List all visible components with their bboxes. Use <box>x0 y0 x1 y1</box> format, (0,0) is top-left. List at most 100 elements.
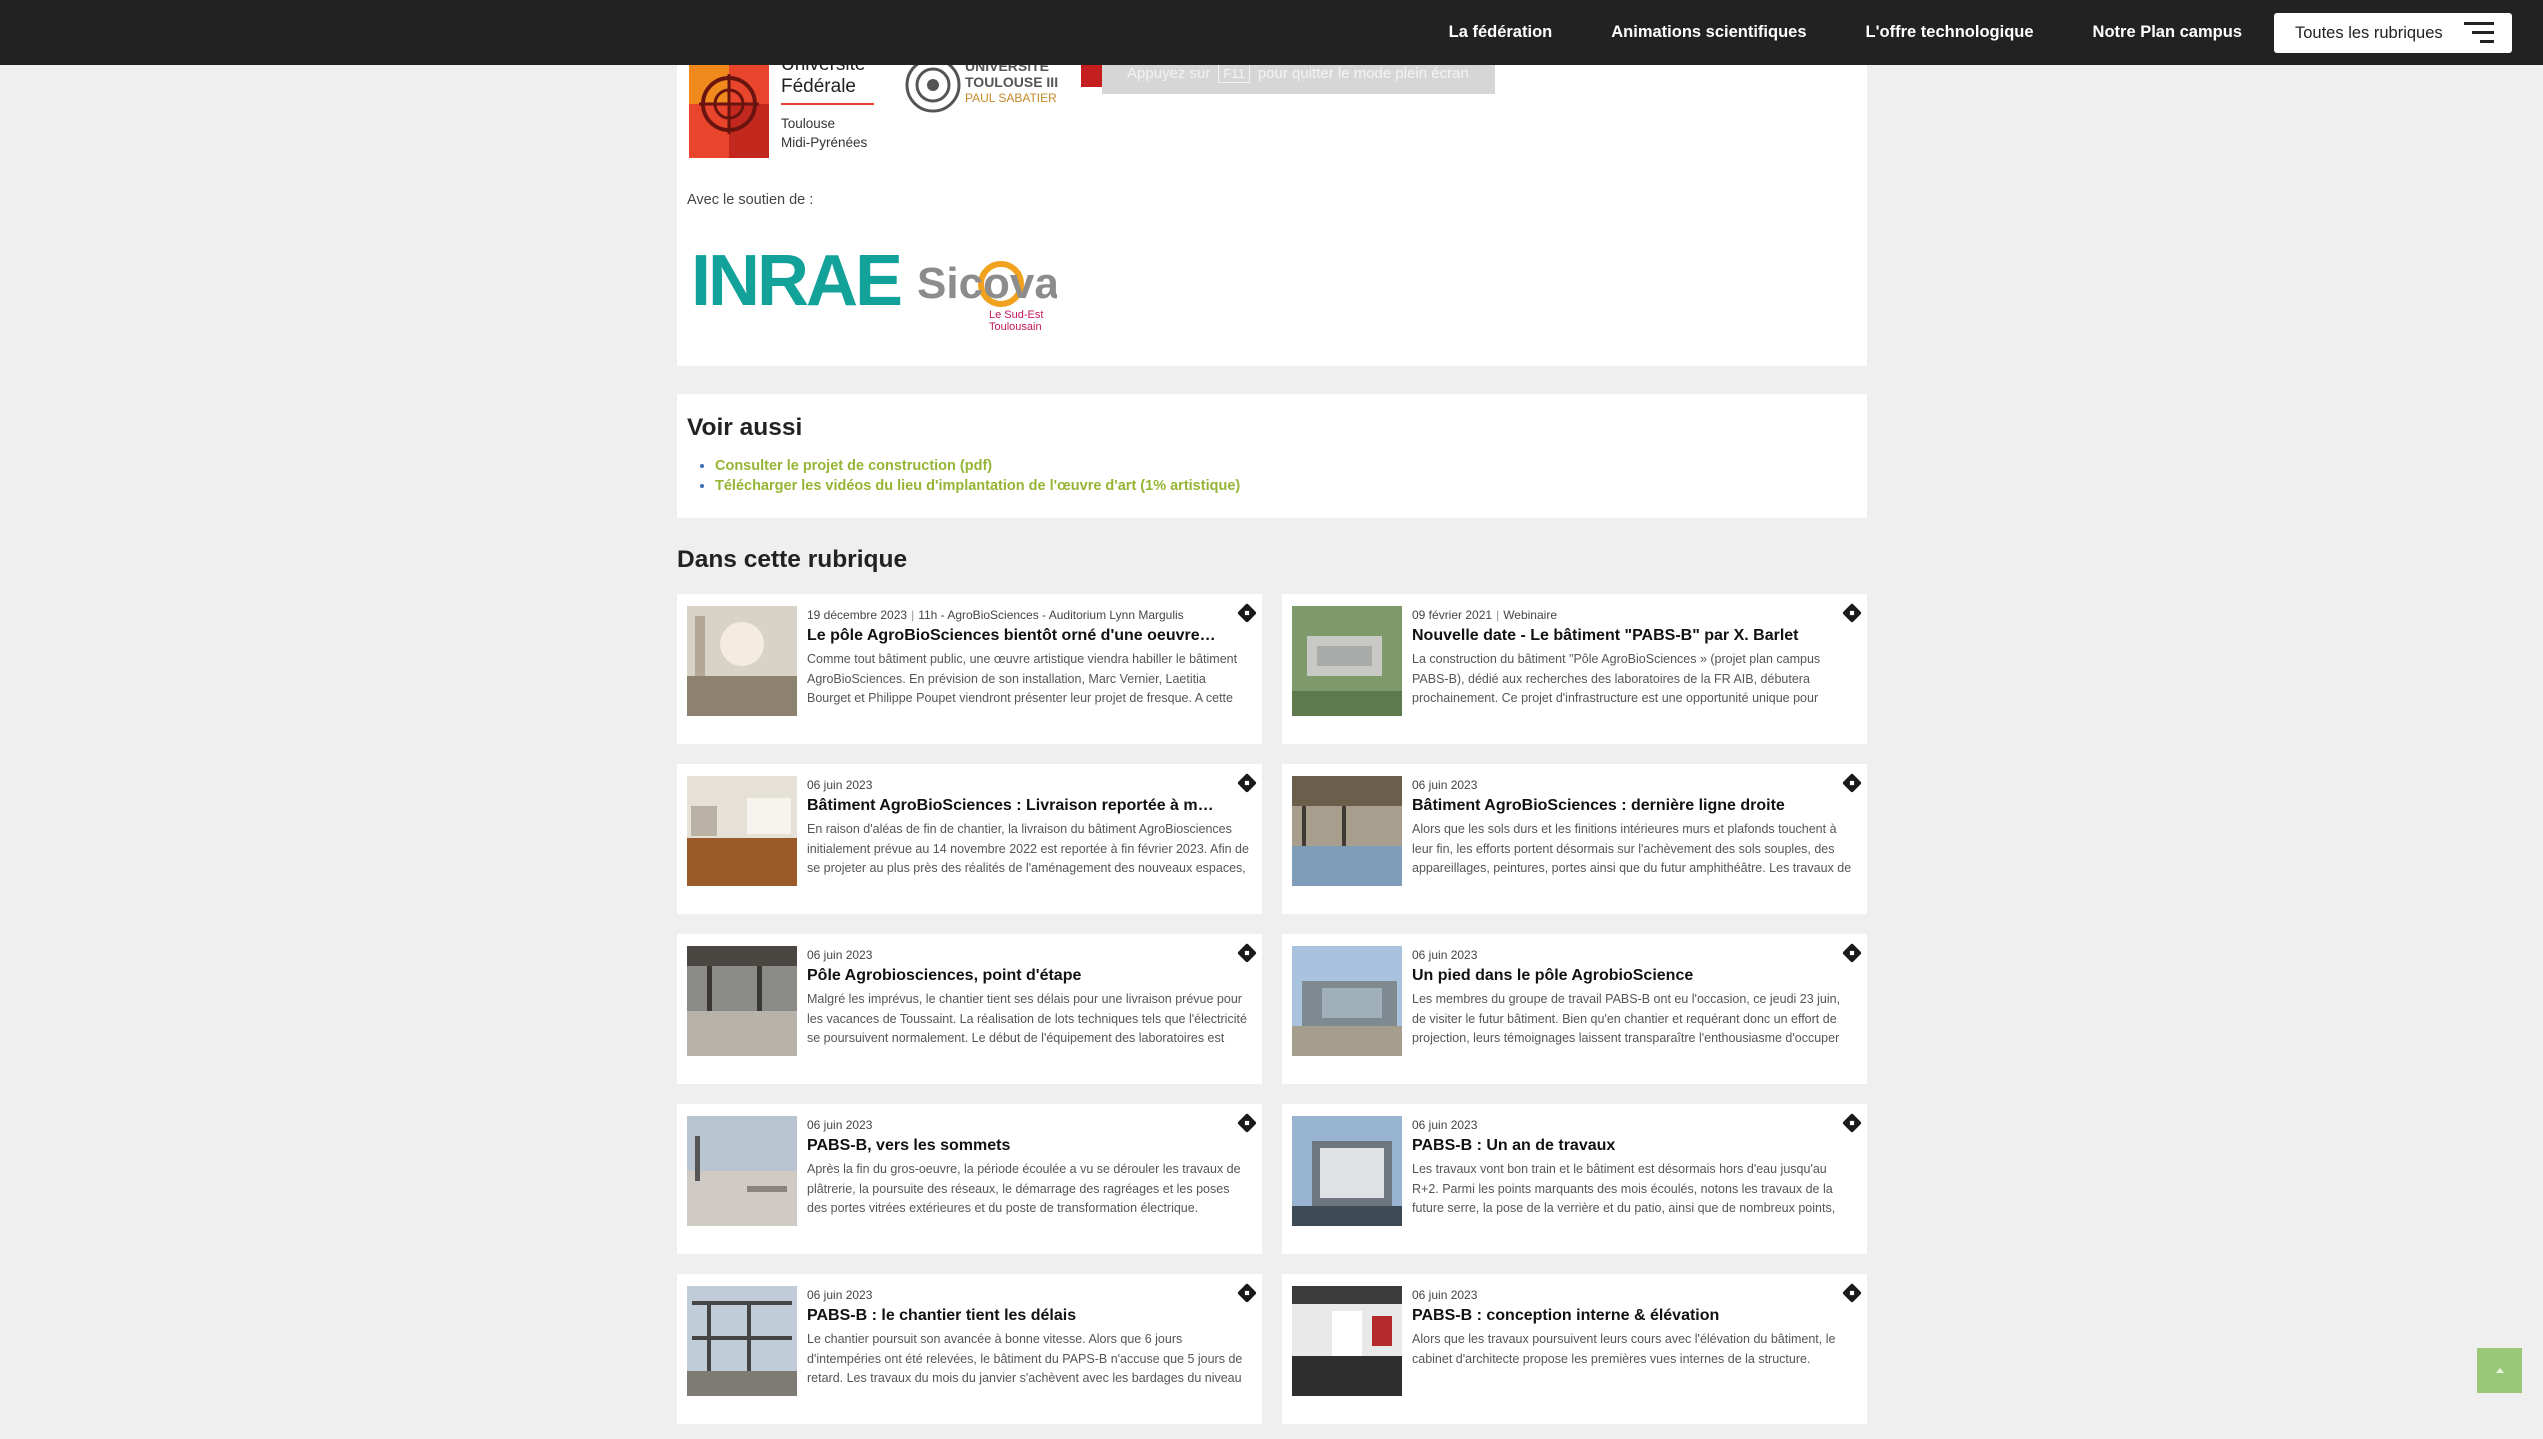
directions-icon[interactable] <box>1842 943 1862 963</box>
directions-icon[interactable] <box>1842 1113 1862 1133</box>
article-excerpt: Alors que les travaux poursuivent leurs … <box>1412 1332 1836 1366</box>
article-date: 06 juin 2023 <box>1412 778 1478 792</box>
article-card[interactable]: 06 juin 2023 PABS-B : Un an de travaux Les… <box>1282 1104 1867 1254</box>
nav-la-federation[interactable]: La fédération <box>1449 23 1553 42</box>
article-meta: 06 juin 2023 <box>1412 1288 1477 1302</box>
article-card[interactable]: 19 décembre 2023 | 11h - AgroBioSciences -… <box>677 594 1262 744</box>
article-date: 06 juin 2023 <box>1412 948 1478 962</box>
directions-icon[interactable] <box>1842 773 1862 793</box>
see-also-item: Consulter le projet de construction (pdf… <box>715 456 1240 476</box>
see-also-list: Consulter le projet de construction (pdf… <box>687 456 1240 496</box>
article-title[interactable]: PABS-B : le chantier tient les délais <box>807 1307 1222 1325</box>
article-title[interactable]: Nouvelle date - Le bâtiment "PABS-B" par… <box>1412 627 1827 645</box>
article-card[interactable]: 06 juin 2023 PABS-B, vers les sommets Aprè… <box>677 1104 1262 1254</box>
article-excerpt: En raison d'aléas de fin de chantier, la… <box>807 822 1249 875</box>
section-title: Dans cette rubrique <box>677 546 908 573</box>
article-date: 06 juin 2023 <box>1412 1288 1478 1302</box>
article-title[interactable]: Bâtiment AgroBioSciences : Livraison rep… <box>807 797 1222 815</box>
article-thumbnail[interactable] <box>687 606 797 716</box>
sicoval-tagline-2: Toulousain <box>989 321 1042 333</box>
article-excerpt: Comme tout bâtiment public, une œuvre ar… <box>807 652 1238 705</box>
article-date: 06 juin 2023 <box>807 1118 873 1132</box>
sicoval-tagline-1: Le Sud-Est <box>989 309 1043 321</box>
ut3-line-3: PAUL SABATIER <box>965 91 1057 105</box>
article-title[interactable]: Bâtiment AgroBioSciences : dernière lign… <box>1412 797 1827 815</box>
meta-separator: | <box>1496 608 1500 622</box>
article-card[interactable]: 06 juin 2023 Bâtiment AgroBioSciences : d… <box>1282 764 1867 914</box>
all-sections-label: Toutes les rubriques <box>2295 23 2443 42</box>
main-nav: La fédération Animations scientifiques L… <box>1449 0 2242 65</box>
fullscreen-notice-key: F11 <box>1218 63 1250 83</box>
article-meta: 06 juin 2023 <box>807 1288 872 1302</box>
article-excerpt: Malgré les imprévus, le chantier tient s… <box>807 992 1247 1045</box>
article-excerpt: Après la fin du gros-oeuvre, la période … <box>807 1162 1241 1215</box>
nav-plan-campus[interactable]: Notre Plan campus <box>2093 23 2242 42</box>
see-also-item: Télécharger les vidéos du lieu d'implant… <box>715 476 1240 496</box>
article-event-info: 11h - AgroBioSciences - Auditorium Lynn … <box>918 608 1184 622</box>
article-thumbnail[interactable] <box>1292 946 1402 1056</box>
article-date: 06 juin 2023 <box>1412 1118 1478 1132</box>
directions-icon[interactable] <box>1237 1113 1257 1133</box>
all-sections-button[interactable]: Toutes les rubriques <box>2274 13 2512 53</box>
article-title[interactable]: Le pôle AgroBioSciences bientôt orné d'u… <box>807 627 1222 645</box>
article-meta: 06 juin 2023 <box>1412 778 1477 792</box>
see-also-title: Voir aussi <box>687 414 803 441</box>
article-card[interactable]: 06 juin 2023 PABS-B : conception interne … <box>1282 1274 1867 1424</box>
article-card[interactable]: 06 juin 2023 Pôle Agrobiosciences, point … <box>677 934 1262 1084</box>
ufmp-line-2: Fédérale <box>781 76 856 97</box>
see-also-link-construction-pdf[interactable]: Consulter le projet de construction (pdf… <box>715 458 992 474</box>
ut3-line-2: TOULOUSE III <box>965 74 1058 90</box>
article-event-info: Webinaire <box>1503 608 1557 622</box>
article-card[interactable]: 06 juin 2023 Bâtiment AgroBioSciences : L… <box>677 764 1262 914</box>
article-meta: 06 juin 2023 <box>1412 1118 1477 1132</box>
article-excerpt: La construction du bâtiment "Pôle AgroBi… <box>1412 652 1821 705</box>
article-excerpt: Les travaux vont bon train et le bâtimen… <box>1412 1162 1836 1215</box>
article-thumbnail[interactable] <box>687 1116 797 1226</box>
see-also-link-videos[interactable]: Télécharger les vidéos du lieu d'implant… <box>715 478 1240 494</box>
article-title[interactable]: PABS-B : conception interne & élévation <box>1412 1307 1827 1325</box>
directions-icon[interactable] <box>1237 1283 1257 1303</box>
article-thumbnail[interactable] <box>687 946 797 1056</box>
sicoval-name: Sicoval <box>917 259 1057 308</box>
article-meta: 06 juin 2023 <box>1412 948 1477 962</box>
article-date: 06 juin 2023 <box>807 948 873 962</box>
article-thumbnail[interactable] <box>687 776 797 886</box>
directions-icon[interactable] <box>1237 943 1257 963</box>
directions-icon[interactable] <box>1237 773 1257 793</box>
meta-separator: | <box>911 608 915 622</box>
article-thumbnail[interactable] <box>1292 1116 1402 1226</box>
ufmp-line-4: Midi-Pyrénées <box>781 135 868 150</box>
article-title[interactable]: Un pied dans le pôle AgrobioScience <box>1412 967 1827 985</box>
article-card[interactable]: 09 février 2021 | Webinaire Nouvelle date -… <box>1282 594 1867 744</box>
article-thumbnail[interactable] <box>1292 1286 1402 1396</box>
article-meta: 09 février 2021 | Webinaire <box>1412 608 1557 622</box>
article-date: 06 juin 2023 <box>807 778 873 792</box>
see-also-card: Voir aussi Consulter le projet de constr… <box>677 394 1867 518</box>
article-excerpt: Le chantier poursuit son avancée à bonne… <box>807 1332 1243 1385</box>
article-date: 19 décembre 2023 <box>807 608 908 622</box>
article-thumbnail[interactable] <box>687 1286 797 1396</box>
article-card[interactable]: 06 juin 2023 Un pied dans le pôle Agrobio… <box>1282 934 1867 1084</box>
article-title[interactable]: Pôle Agrobiosciences, point d'étape <box>807 967 1222 985</box>
top-navigation-bar: La fédération Animations scientifiques L… <box>0 0 2543 65</box>
fullscreen-notice-before: Appuyez sur <box>1127 64 1211 82</box>
inrae-logo: INRAE <box>691 241 903 321</box>
article-card[interactable]: 06 juin 2023 PABS-B : le chantier tient l… <box>677 1274 1262 1424</box>
scroll-to-top-button[interactable] <box>2477 1348 2522 1393</box>
nav-animations-scientifiques[interactable]: Animations scientifiques <box>1611 23 1806 42</box>
article-date: 09 février 2021 <box>1412 608 1493 622</box>
directions-icon[interactable] <box>1842 603 1862 623</box>
article-meta: 06 juin 2023 <box>807 948 872 962</box>
directions-icon[interactable] <box>1842 1283 1862 1303</box>
sicoval-logo: Sicoval Le Sud-Est Toulousain <box>917 259 1057 333</box>
article-thumbnail[interactable] <box>1292 606 1402 716</box>
article-title[interactable]: PABS-B, vers les sommets <box>807 1137 1222 1155</box>
nav-offre-technologique[interactable]: L'offre technologique <box>1866 23 2034 42</box>
article-excerpt: Les membres du groupe de travail PABS-B … <box>1412 992 1841 1045</box>
article-title[interactable]: PABS-B : Un an de travaux <box>1412 1137 1827 1155</box>
support-label: Avec le soutien de : <box>687 192 814 208</box>
article-thumbnail[interactable] <box>1292 776 1402 886</box>
fullscreen-notice-after: pour quitter le mode plein écran <box>1257 64 1469 82</box>
article-excerpt: Alors que les sols durs et les finitions… <box>1412 822 1852 875</box>
directions-icon[interactable] <box>1237 603 1257 623</box>
